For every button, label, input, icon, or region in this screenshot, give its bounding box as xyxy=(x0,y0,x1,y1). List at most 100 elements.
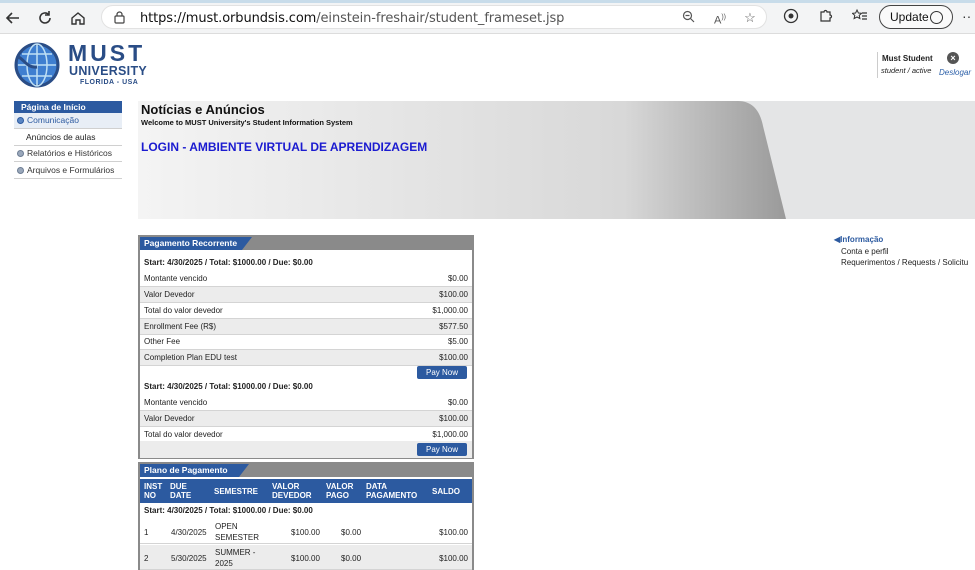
col-inst-no[interactable]: INST NO xyxy=(144,482,162,500)
payment-plan-title: Plano de Pagamento xyxy=(140,464,239,477)
tab-corner xyxy=(242,237,252,250)
logo-must-text: MUST xyxy=(68,40,146,66)
col-due-date[interactable]: DUE DATE xyxy=(170,482,191,500)
extensions-puzzle-icon[interactable] xyxy=(816,8,834,26)
must-university-logo[interactable]: MUST UNIVERSITY FLORIDA - USA xyxy=(12,40,152,92)
logout-link[interactable]: Deslogar xyxy=(939,68,971,77)
update-button[interactable]: Update xyxy=(879,5,953,29)
sidebar-item-relatorios[interactable]: Relatórios e Históricos xyxy=(14,146,122,162)
extension-shield-icon[interactable] xyxy=(782,8,800,26)
zoom-icon[interactable] xyxy=(680,10,696,26)
semester-line: 2025 xyxy=(215,559,233,568)
lock-icon[interactable] xyxy=(114,11,125,27)
sidebar-item-anuncios[interactable]: Anúncios de aulas xyxy=(14,130,122,146)
col-valor-pago[interactable]: VALOR PAGO xyxy=(326,482,353,500)
requests-link[interactable]: Requerimentos / Requests / Solicitu xyxy=(841,258,968,267)
row-label: Montante vencido xyxy=(144,274,208,283)
cell-due-date: 4/30/2025 xyxy=(171,528,207,537)
cell-valor-pago: $0.00 xyxy=(341,528,362,537)
globe-icon xyxy=(14,42,60,88)
payment-plan-panel: Plano de Pagamento INST NO DUE DATE SEMEST… xyxy=(138,462,474,570)
group-header-text: Start: 4/30/2025 / Total: $1000.00 / Due… xyxy=(144,382,313,391)
row-value: $100.00 xyxy=(439,414,468,423)
col-label: DATE xyxy=(170,491,192,500)
semester-line: OPEN xyxy=(215,522,238,531)
sidebar-item-label: Anúncios de aulas xyxy=(26,132,96,142)
more-menu-icon[interactable]: ·· xyxy=(962,8,971,24)
cell-valor-devedor: $100.00 xyxy=(291,554,320,563)
update-status-icon xyxy=(930,11,943,24)
row-label: Completion Plan EDU test xyxy=(144,353,237,362)
read-aloud-icon[interactable]: A)) xyxy=(712,10,728,27)
row-label: Total do valor devedor xyxy=(144,430,223,439)
recurring-group-header: Start: 4/30/2025 / Total: $1000.00 / Due… xyxy=(140,255,472,271)
sidebar-header-home[interactable]: Página de Início xyxy=(14,101,122,113)
bullet-icon xyxy=(17,167,24,174)
back-icon[interactable] xyxy=(2,7,24,29)
tab-strip xyxy=(0,0,975,3)
tab-corner xyxy=(239,464,249,477)
col-label: PAGO xyxy=(326,491,349,500)
url-host: https://must.orbundsis.com xyxy=(140,11,317,26)
bullet-icon xyxy=(17,117,24,124)
row-label: Valor Devedor xyxy=(144,414,195,423)
address-bar[interactable]: https://must.orbundsis.com/einstein-fres… xyxy=(101,5,767,29)
row-value: $100.00 xyxy=(439,290,468,299)
col-label: NO xyxy=(144,491,156,500)
row-label: Total do valor devedor xyxy=(144,306,223,315)
page-title: Notícias e Anúncios xyxy=(141,102,265,117)
favorites-list-icon[interactable] xyxy=(851,8,869,26)
cell-inst-no: 2 xyxy=(144,554,149,563)
recurring-group-header: Start: 4/30/2025 / Total: $1000.00 / Due… xyxy=(140,379,472,395)
browser-toolbar: https://must.orbundsis.com/einstein-fres… xyxy=(0,0,975,34)
recurring-payment-panel: Pagamento Recorrente Start: 4/30/2025 / … xyxy=(138,235,474,459)
home-icon[interactable] xyxy=(67,7,89,29)
update-label: Update xyxy=(890,10,929,24)
col-semester[interactable]: SEMESTRE xyxy=(214,487,258,496)
cell-semester: OPEN SEMESTER xyxy=(215,521,259,543)
group-header-text: Start: 4/30/2025 / Total: $1000.00 / Due… xyxy=(144,258,313,267)
info-section-title[interactable]: ◀Informação xyxy=(834,235,883,244)
row-value: $0.00 xyxy=(447,398,468,407)
row-label: Enrollment Fee (R$) xyxy=(144,322,217,331)
sidebar-item-label: Relatórios e Históricos xyxy=(27,148,113,158)
table-row: Other Fee $5.00 xyxy=(140,334,472,350)
row-value: $5.00 xyxy=(447,337,468,346)
table-row: Valor Devedor $100.00 xyxy=(140,411,472,427)
cell-semester: SUMMER - 2025 xyxy=(215,547,255,569)
info-title-text: Informação xyxy=(840,235,884,244)
logo-location-text: FLORIDA - USA xyxy=(80,79,139,86)
refresh-icon[interactable] xyxy=(34,7,56,29)
pay-now-button[interactable]: Pay Now xyxy=(417,366,467,379)
row-label: Other Fee xyxy=(144,337,181,346)
favorite-star-icon[interactable]: ☆ xyxy=(742,10,758,26)
col-label: DATA xyxy=(366,482,388,491)
row-label: Montante vencido xyxy=(144,398,208,407)
plan-group-header: Start: 4/30/2025 / Total: $1000.00 / Due… xyxy=(140,503,472,519)
col-label: PAGAMENTO xyxy=(366,491,418,500)
sidebar-item-label: Comunicação xyxy=(27,115,79,125)
sidebar-item-arquivos[interactable]: Arquivos e Formulários xyxy=(14,163,122,179)
table-row: 1 4/30/2025 OPEN SEMESTER $100.00 $0.00 $… xyxy=(140,519,472,544)
bullet-icon xyxy=(17,150,24,157)
cell-saldo: $100.00 xyxy=(439,554,468,563)
login-link[interactable]: LOGIN - AMBIENTE VIRTUAL DE APRENDIZAGEM xyxy=(141,140,427,154)
url-text[interactable]: https://must.orbundsis.com/einstein-fres… xyxy=(140,11,564,26)
user-status: student / active xyxy=(881,66,932,75)
cell-due-date: 5/30/2025 xyxy=(171,554,207,563)
group-header-text: Start: 4/30/2025 / Total: $1000.00 / Due… xyxy=(144,506,313,515)
sidebar-item-comunicacao[interactable]: Comunicação xyxy=(14,113,122,129)
row-label: Valor Devedor xyxy=(144,290,195,299)
logout-close-icon[interactable]: × xyxy=(947,52,959,64)
col-valor-devedor[interactable]: VALOR DEVEDOR xyxy=(272,482,312,500)
user-info: Must Student student / active xyxy=(877,52,935,78)
row-value: $100.00 xyxy=(439,353,468,362)
account-profile-link[interactable]: Conta e perfil xyxy=(841,247,889,256)
semester-line: SEMESTER xyxy=(215,533,260,542)
user-name: Must Student xyxy=(882,54,933,63)
col-saldo[interactable]: SALDO xyxy=(432,487,460,496)
col-data-pagamento[interactable]: DATA PAGAMENTO xyxy=(366,482,417,500)
pay-now-button[interactable]: Pay Now xyxy=(417,443,467,456)
plan-table-header: INST NO DUE DATE SEMESTRE VALOR DEVEDOR VAL… xyxy=(140,479,472,503)
cell-valor-pago: $0.00 xyxy=(341,554,362,563)
